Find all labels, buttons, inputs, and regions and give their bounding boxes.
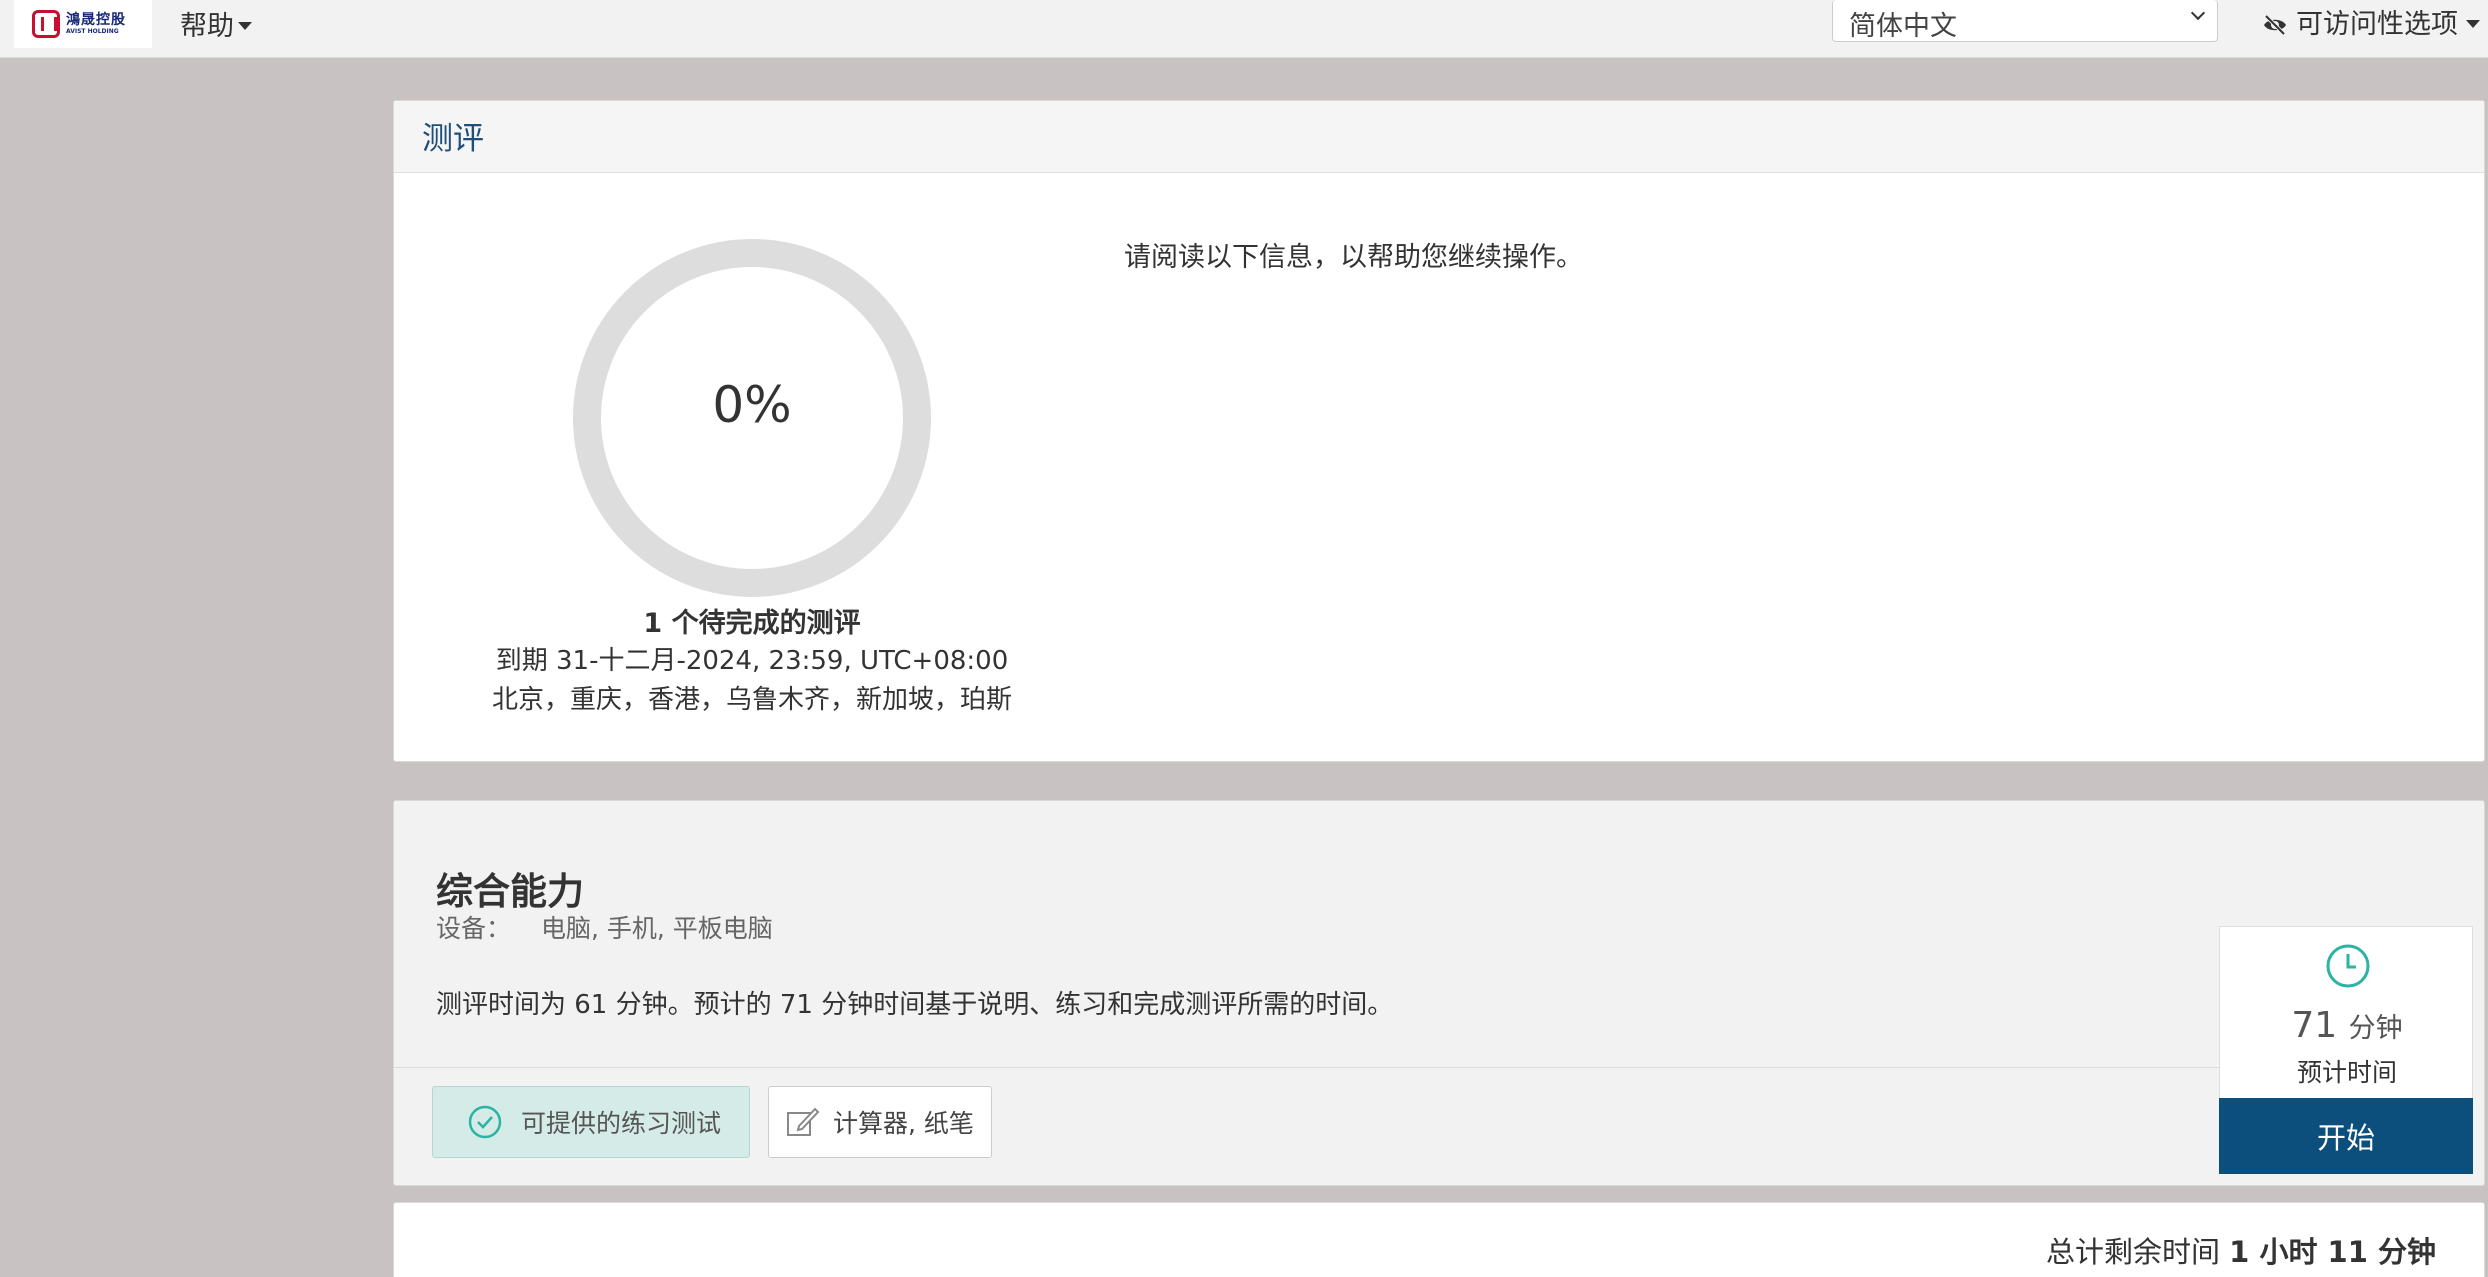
device-label: 设备： xyxy=(436,914,512,943)
panel-title: 测评 xyxy=(394,101,2484,173)
progress-percent: 0% xyxy=(712,376,792,434)
practice-tag: 可提供的练习测试 xyxy=(432,1086,750,1158)
assessment-panel: 测评 0% 1 个待完成的测评 到期 31-十二月-2024, 23:59, U… xyxy=(393,100,2485,762)
info-text: 请阅读以下信息，以帮助您继续操作。 xyxy=(1124,242,1583,273)
tools-tag: 计算器, 纸笔 xyxy=(768,1086,992,1158)
estimate-number: 71 xyxy=(2291,1005,2338,1046)
logo-mark-icon xyxy=(32,10,60,38)
divider xyxy=(394,1067,2220,1068)
top-bar: 鴻晟控股 AVIST HOLDING 帮助 简体中文 可访问性选项 xyxy=(0,0,2488,58)
company-logo[interactable]: 鴻晟控股 AVIST HOLDING xyxy=(14,0,152,48)
estimate-label: 预计时间 xyxy=(2296,1058,2397,1087)
caret-down-icon xyxy=(238,21,252,30)
caret-down-icon xyxy=(2466,19,2480,28)
device-list: 电脑, 手机, 平板电脑 xyxy=(541,914,773,943)
estimate-minutes: 71 分钟 xyxy=(2220,1005,2474,1046)
pending-count: 1 个待完成的测评 xyxy=(643,608,861,639)
section-description: 测评时间为 61 分钟。预计的 71 分钟时间基于说明、练习和完成测评所需的时间… xyxy=(436,990,1394,1020)
help-label: 帮助 xyxy=(180,11,234,42)
chevron-down-icon xyxy=(2190,5,2206,21)
logo-subtitle: AVIST HOLDING xyxy=(66,28,119,35)
clock-icon xyxy=(2326,944,2370,988)
logo-name: 鴻晟控股 xyxy=(66,12,126,28)
remaining-value: 1 小时 11 分钟 xyxy=(2229,1235,2436,1269)
remaining-time: 总计剩余时间 1 小时 11 分钟 xyxy=(2046,1229,2436,1271)
timezone-label: 北京，重庆，香港，乌鲁木齐，新加坡，珀斯 xyxy=(491,685,1012,715)
help-menu[interactable]: 帮助 xyxy=(180,4,252,43)
section-title: 综合能力 xyxy=(436,870,584,913)
tools-tag-label: 计算器, 纸笔 xyxy=(833,1109,974,1138)
estimate-card: 71 分钟 预计时间 开始 xyxy=(2219,926,2474,1174)
eye-slash-icon xyxy=(2262,12,2288,35)
accessibility-menu[interactable]: 可访问性选项 xyxy=(2262,2,2480,41)
check-circle-icon xyxy=(468,1105,502,1139)
estimate-unit: 分钟 xyxy=(2348,1013,2403,1044)
remaining-label: 总计剩余时间 xyxy=(2045,1235,2220,1269)
device-info: 设备： 电脑, 手机, 平板电脑 xyxy=(436,909,773,945)
language-value: 简体中文 xyxy=(1849,11,1957,42)
accessibility-label: 可访问性选项 xyxy=(2296,9,2458,40)
due-date: 到期 31-十二月-2024, 23:59, UTC+08:00 xyxy=(495,646,1009,676)
edit-icon xyxy=(787,1107,820,1136)
language-select[interactable]: 简体中文 xyxy=(1832,0,2218,42)
practice-tag-label: 可提供的练习测试 xyxy=(521,1109,722,1138)
summary-panel: 总计剩余时间 1 小时 11 分钟 xyxy=(393,1202,2485,1277)
section-panel: 综合能力 设备： 电脑, 手机, 平板电脑 测评时间为 61 分钟。预计的 71 … xyxy=(393,800,2485,1186)
start-button[interactable]: 开始 xyxy=(2219,1098,2473,1174)
